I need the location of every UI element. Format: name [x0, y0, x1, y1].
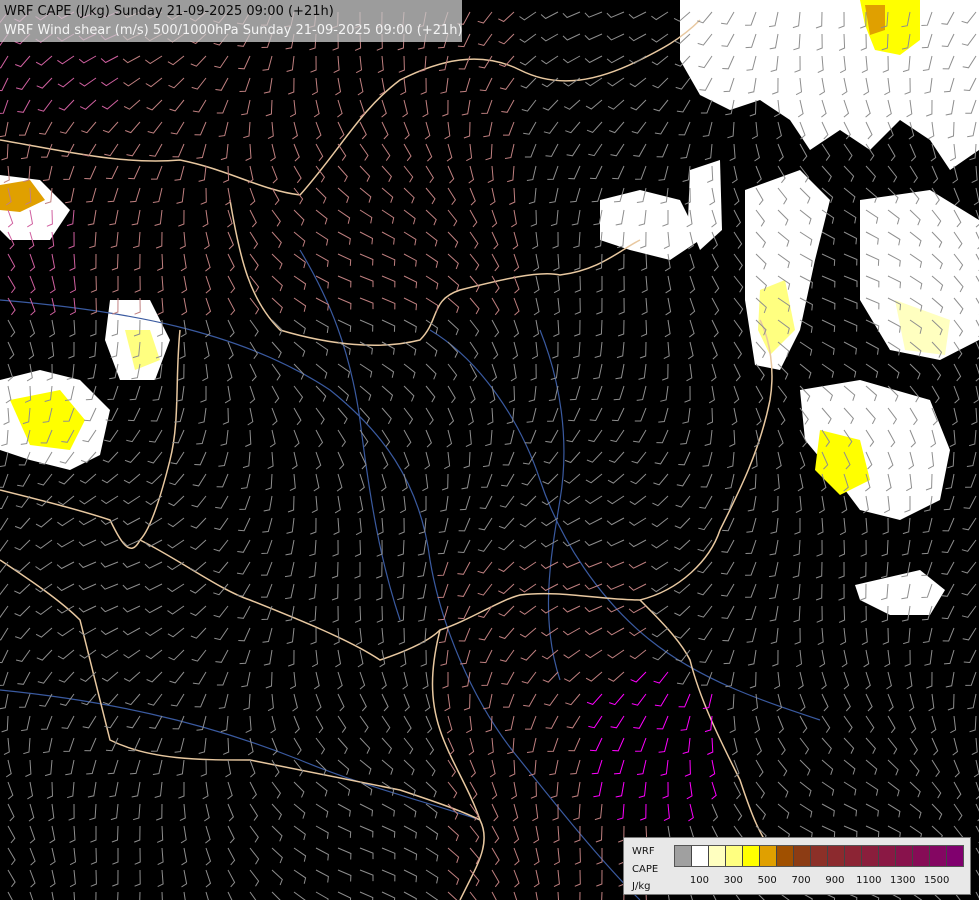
legend-swatch: [879, 846, 896, 866]
legend-swatch: [947, 846, 963, 866]
legend-tick: 900: [825, 875, 845, 886]
legend-swatch: [862, 846, 879, 866]
legend-tick: 300: [723, 875, 743, 886]
legend-swatch: [726, 846, 743, 866]
legend-swatch: [692, 846, 709, 866]
legend-ticks: 100 300 500 700 900 1100 1300 1500: [674, 875, 962, 889]
legend-label-cape: CAPE: [632, 864, 659, 875]
legend-swatch: [794, 846, 811, 866]
weather-map: [0, 0, 979, 900]
legend-swatch: [930, 846, 947, 866]
legend-tick: 700: [791, 875, 811, 886]
legend-color-scale: [674, 845, 964, 867]
map-title-box: WRF CAPE (J/kg) Sunday 21-09-2025 09:00 …: [0, 0, 463, 42]
legend-tick: 1100: [856, 875, 882, 886]
legend-swatch: [777, 846, 794, 866]
legend-swatch: [675, 846, 692, 866]
legend-tick: 1500: [923, 875, 950, 886]
legend-swatch: [845, 846, 862, 866]
legend-swatch: [913, 846, 930, 866]
legend-label-unit: J/kg: [632, 881, 651, 892]
legend-swatch: [743, 846, 760, 866]
legend-swatch: [811, 846, 828, 866]
legend-swatch: [760, 846, 777, 866]
legend-swatch: [896, 846, 913, 866]
cape-title: WRF CAPE (J/kg) Sunday 21-09-2025 09:00 …: [4, 4, 334, 19]
legend-swatch: [828, 846, 845, 866]
legend-tick: 1300: [889, 875, 916, 886]
legend-label-wrf: WRF: [632, 846, 655, 857]
legend-tick: 500: [757, 875, 777, 886]
cape-legend: WRF CAPE J/kg 100 300 500 700 900 1100 1300 150…: [623, 837, 971, 895]
legend-swatch: [709, 846, 726, 866]
legend-tick: 100: [689, 875, 709, 886]
wind-shear-title: WRF Wind shear (m/s) 500/1000hPa Sunday …: [4, 23, 463, 38]
